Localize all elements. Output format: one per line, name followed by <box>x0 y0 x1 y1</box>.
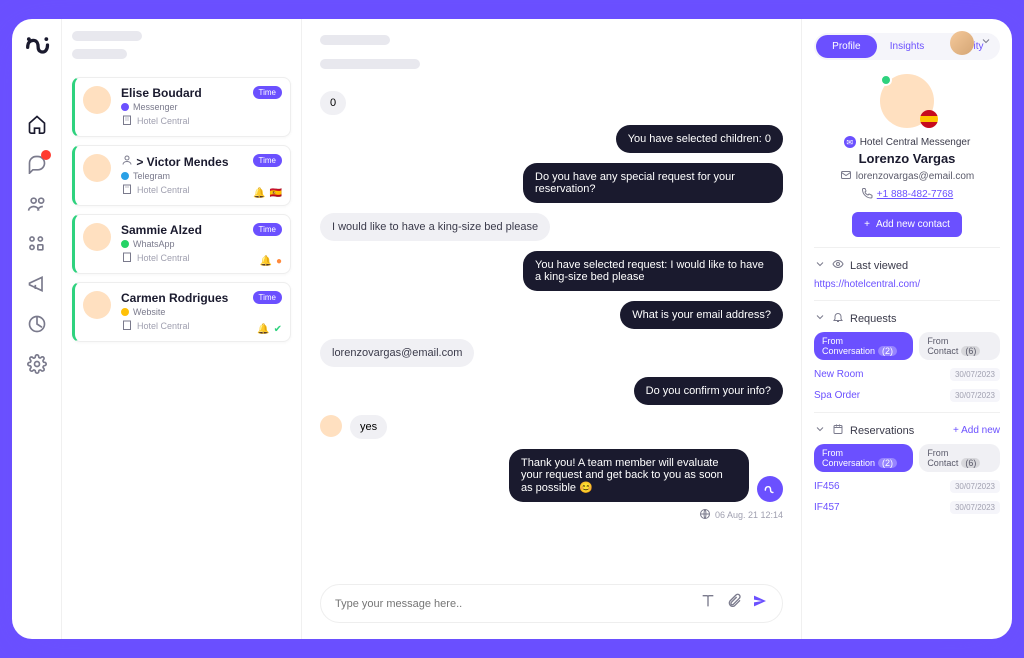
channel-dot-icon <box>121 308 129 316</box>
messenger-icon: ✉ <box>844 136 856 148</box>
profile-email: lorenzovargas@email.com <box>814 169 1000 184</box>
building-icon <box>121 114 133 128</box>
building-icon <box>121 251 133 265</box>
message-user: yes <box>350 415 387 439</box>
skeleton-line <box>72 31 142 41</box>
profile-phone[interactable]: +1 888-482-7768 <box>814 187 1000 202</box>
conversation-card[interactable]: Sammie Alzed WhatsApp Hotel Central Time… <box>72 214 291 274</box>
pill-from-contact[interactable]: From Contact(6) <box>919 444 1000 472</box>
phone-icon <box>861 187 873 202</box>
time-badge: Time <box>253 291 282 304</box>
country-flag-icon <box>920 110 938 128</box>
reservation-date: 30/07/2023 <box>950 480 1000 493</box>
messages-badge <box>41 150 51 160</box>
bell-icon: 🔔 <box>253 188 265 199</box>
nav-settings-icon[interactable] <box>27 354 47 374</box>
nav-analytics-icon[interactable] <box>27 314 47 334</box>
calendar-icon <box>832 423 844 438</box>
message-input[interactable] <box>335 598 690 610</box>
message-user: I would like to have a king-size bed ple… <box>320 213 550 241</box>
eye-icon <box>832 258 844 273</box>
channel-dot-icon <box>121 172 129 180</box>
chevron-down-icon <box>814 311 826 326</box>
reservation-item[interactable]: IF456 <box>814 481 840 492</box>
nav-home-icon[interactable] <box>27 114 47 134</box>
message-bot: What is your email address? <box>620 301 783 329</box>
conversation-card[interactable]: Elise Boudard Messenger Hotel Central Ti… <box>72 77 291 137</box>
avatar <box>83 154 111 182</box>
book-icon[interactable] <box>700 593 716 614</box>
message-bot: Do you confirm your info? <box>634 377 783 405</box>
message-bot: Do you have any special request for your… <box>523 163 783 203</box>
chat-panel: 0 You have selected children: 0 Do you h… <box>302 19 802 639</box>
nav-contacts-icon[interactable] <box>27 194 47 214</box>
conversation-card[interactable]: Carmen Rodrigues Website Hotel Central T… <box>72 282 291 342</box>
bell-icon: 🔔 <box>260 256 272 267</box>
time-badge: Time <box>253 86 282 99</box>
building-icon <box>121 183 133 197</box>
request-item[interactable]: New Room <box>814 369 863 380</box>
tab-profile[interactable]: Profile <box>816 35 877 58</box>
chevron-down-icon <box>814 423 826 438</box>
message-bot: Thank you! A team member will evaluate y… <box>509 449 749 502</box>
add-contact-button[interactable]: +Add new contact <box>852 212 962 237</box>
reservation-item[interactable]: IF457 <box>814 502 840 513</box>
reservation-date: 30/07/2023 <box>950 501 1000 514</box>
message-user: 0 <box>320 91 346 115</box>
request-date: 30/07/2023 <box>950 368 1000 381</box>
section-label: Requests <box>850 313 896 325</box>
send-icon[interactable] <box>752 593 768 614</box>
message-user: lorenzovargas@email.com <box>320 339 474 367</box>
request-date: 30/07/2023 <box>950 389 1000 402</box>
bot-icon <box>757 476 783 502</box>
sidebar-nav <box>12 19 62 639</box>
user-icon <box>121 155 133 169</box>
last-viewed-url[interactable]: https://hotelcentral.com/ <box>814 279 1000 290</box>
conversation-card[interactable]: > Victor Mendes Telegram Hotel Central T… <box>72 145 291 206</box>
alert-icon: ● <box>276 256 282 267</box>
nav-broadcast-icon[interactable] <box>27 274 47 294</box>
chevron-down-icon <box>814 258 826 273</box>
bell-icon <box>832 311 844 326</box>
attachment-icon[interactable] <box>726 593 742 614</box>
channel-dot-icon <box>121 103 129 111</box>
time-badge: Time <box>253 223 282 236</box>
pill-from-conversation[interactable]: From Conversation(2) <box>814 332 913 360</box>
conversation-list: Elise Boudard Messenger Hotel Central Ti… <box>62 19 302 639</box>
avatar <box>83 291 111 319</box>
flag-icon: 🇪🇸 <box>270 188 282 199</box>
channel-dot-icon <box>121 240 129 248</box>
pill-from-contact[interactable]: From Contact(6) <box>919 332 1000 360</box>
section-label: Reservations <box>850 425 914 437</box>
section-label: Last viewed <box>850 260 908 272</box>
avatar <box>83 86 111 114</box>
message-bot: You have selected children: 0 <box>616 125 783 153</box>
message-avatar <box>320 415 342 437</box>
skeleton-line <box>72 49 127 59</box>
profile-name: Lorenzo Vargas <box>814 151 1000 166</box>
time-badge: Time <box>253 154 282 167</box>
avatar <box>83 223 111 251</box>
check-icon: ✔ <box>274 324 282 335</box>
pill-from-conversation[interactable]: From Conversation(2) <box>814 444 913 472</box>
message-timestamp: 06 Aug. 21 12:14 <box>699 508 783 522</box>
message-bot: You have selected request: I would like … <box>523 251 783 291</box>
app-logo <box>23 31 51 64</box>
nav-apps-icon[interactable] <box>27 234 47 254</box>
profile-source: ✉Hotel Central Messenger <box>814 136 1000 148</box>
plus-icon: + <box>864 219 870 230</box>
user-avatar[interactable] <box>950 31 974 55</box>
add-reservation-link[interactable]: + Add new <box>953 425 1000 436</box>
message-input-container <box>320 584 783 623</box>
profile-panel: Profile Insights Activity ✉Hotel Central… <box>802 19 1012 639</box>
email-icon <box>840 169 852 184</box>
status-dot-icon <box>880 74 892 86</box>
request-item[interactable]: Spa Order <box>814 390 860 401</box>
bell-icon: 🔔 <box>257 324 269 335</box>
chevron-down-icon[interactable] <box>980 34 992 52</box>
profile-avatar <box>880 74 934 128</box>
building-icon <box>121 319 133 333</box>
tab-insights[interactable]: Insights <box>877 35 938 58</box>
nav-messages-icon[interactable] <box>27 154 47 174</box>
